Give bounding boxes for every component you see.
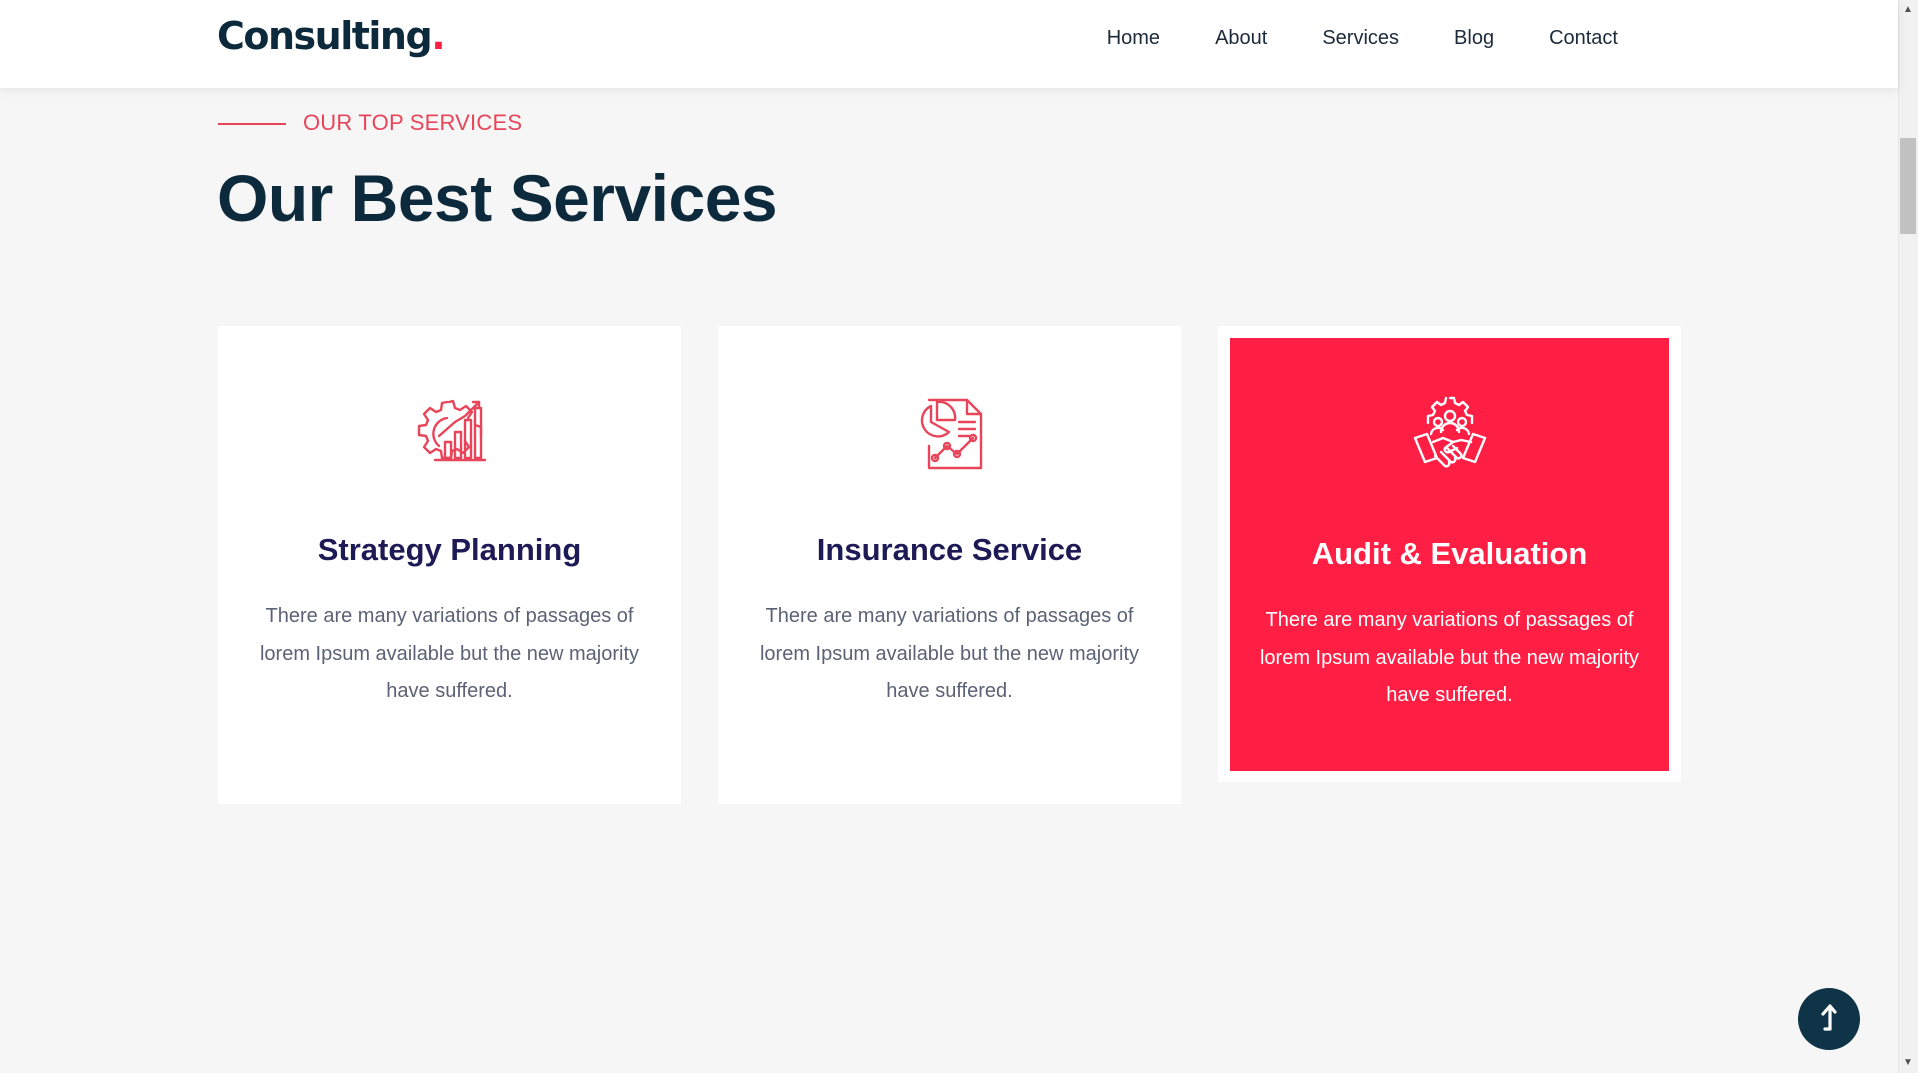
page: Consulting. Home About Services Blog Con… (0, 0, 1918, 1073)
nav-contact[interactable]: Contact (1549, 27, 1618, 50)
service-card-strategy-planning[interactable]: Strategy Planning There are many variati… (218, 326, 681, 804)
nav-about[interactable]: About (1215, 27, 1267, 50)
card-title: Insurance Service (816, 532, 1083, 567)
eyebrow-divider (218, 123, 286, 125)
scrollbar[interactable]: ▲ ▼ (1898, 0, 1918, 1073)
report-pie-chart-icon (909, 392, 991, 474)
service-card-audit-evaluation[interactable]: Audit & Evaluation There are many variat… (1218, 326, 1681, 782)
logo-text: Consulting (217, 14, 433, 58)
card-title: Strategy Planning (317, 532, 582, 567)
card-text: There are many variations of passages of… (1259, 609, 1640, 706)
back-to-top-button[interactable] (1798, 988, 1860, 1050)
nav-home[interactable]: Home (1107, 27, 1160, 50)
scroll-down-arrow-icon[interactable]: ▼ (1898, 1053, 1918, 1073)
card-text: There are many variations of passages of… (259, 605, 640, 702)
nav-services[interactable]: Services (1322, 27, 1399, 50)
scroll-up-arrow-icon[interactable]: ▲ (1898, 0, 1918, 20)
section-title: Our Best Services (217, 161, 778, 235)
logo[interactable]: Consulting. (217, 14, 446, 58)
logo-dot: . (431, 14, 445, 58)
card-title: Audit & Evaluation (1311, 536, 1588, 571)
arrow-up-icon (1816, 1002, 1842, 1037)
team-handshake-icon (1409, 394, 1491, 476)
card-active-panel: Audit & Evaluation There are many variat… (1230, 338, 1669, 771)
section-eyebrow: OUR TOP SERVICES (303, 110, 523, 135)
gear-growth-chart-icon (409, 392, 491, 474)
nav-blog[interactable]: Blog (1454, 27, 1494, 50)
site-header: Consulting. Home About Services Blog Con… (0, 0, 1898, 88)
scroll-thumb[interactable] (1900, 138, 1916, 234)
main-nav: Home About Services Blog Contact (1107, 27, 1618, 50)
service-card-insurance-service[interactable]: Insurance Service There are many variati… (718, 326, 1181, 804)
card-text: There are many variations of passages of… (759, 605, 1140, 702)
